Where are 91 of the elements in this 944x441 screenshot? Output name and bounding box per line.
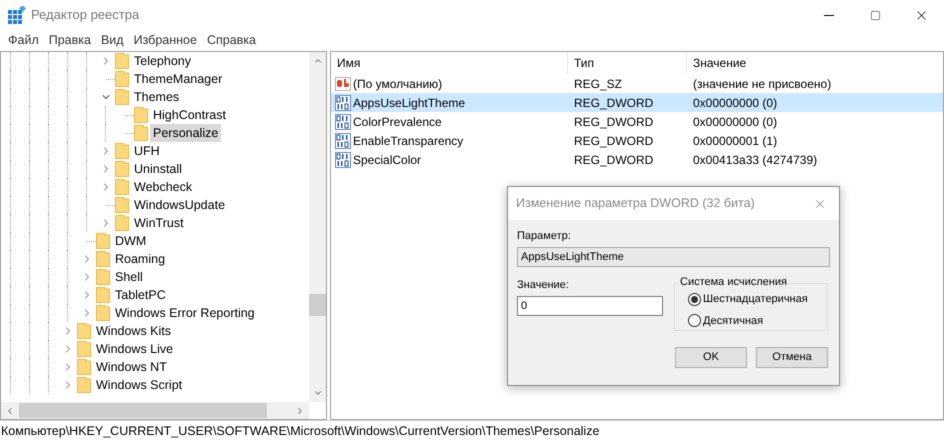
binary-value-icon xyxy=(335,114,351,130)
folder-icon xyxy=(134,125,148,141)
value-row[interactable]: EnableTransparency REG_DWORD 0x00000001 (1) xyxy=(331,131,943,150)
tree-item[interactable]: ThemeManager xyxy=(131,70,226,88)
folder-icon xyxy=(115,89,129,105)
menu-item[interactable]: Избранное xyxy=(128,31,202,50)
value-type: REG_DWORD xyxy=(573,114,654,130)
tree-item[interactable]: Windows Script xyxy=(93,376,186,394)
folder-icon xyxy=(96,233,110,249)
registry-app-icon xyxy=(8,6,26,24)
tree-item[interactable]: Personalize xyxy=(150,124,222,142)
tree-item[interactable]: WindowsUpdate xyxy=(131,196,228,214)
value-name: ColorPrevalence xyxy=(353,114,442,130)
tree-item[interactable]: HighContrast xyxy=(150,106,229,124)
tree-item[interactable]: Shell xyxy=(112,268,146,286)
name-field: AppsUseLightTheme xyxy=(517,247,830,267)
value-name: EnableTransparency xyxy=(353,132,464,150)
folder-icon xyxy=(77,359,91,375)
value-row[interactable]: (По умолчанию) REG_SZ (значение не присвоено) xyxy=(331,74,943,93)
tree-item[interactable]: Uninstall xyxy=(131,160,185,178)
value-row[interactable]: AppsUseLightTheme REG_DWORD 0x00000000 (0) xyxy=(331,93,943,112)
value-name: SpecialColor xyxy=(353,152,422,168)
value-data: 0x00413a33 (4274739) xyxy=(692,152,818,168)
horizontal-scrollbar[interactable] xyxy=(1,402,309,419)
folder-icon xyxy=(96,269,110,285)
maximize-icon xyxy=(870,10,880,20)
dialog-button[interactable]: OK xyxy=(675,347,747,368)
value-data: 0x00000001 (1) xyxy=(692,132,778,150)
folder-icon xyxy=(96,251,110,267)
value-type: REG_DWORD xyxy=(573,152,654,168)
tree-item[interactable]: WinTrust xyxy=(131,214,187,232)
tree-item[interactable]: Webcheck xyxy=(131,178,196,196)
value-data: 0x00000000 (0) xyxy=(692,94,778,112)
value-row[interactable]: SpecialColor REG_DWORD 0x00413a33 (4274739) xyxy=(331,150,943,169)
menu-item[interactable]: Файл xyxy=(3,31,44,50)
value-type: REG_SZ xyxy=(573,76,624,92)
dialog-button[interactable]: Отмена xyxy=(756,347,828,368)
column-header[interactable]: Тип xyxy=(574,54,594,72)
folder-icon xyxy=(134,107,148,123)
folder-icon xyxy=(115,53,129,69)
folder-icon xyxy=(115,179,129,195)
menu-item[interactable]: Правка xyxy=(44,31,96,50)
folder-icon xyxy=(96,305,110,321)
tree-item[interactable]: TabletPC xyxy=(112,286,169,304)
radio-button[interactable] xyxy=(688,314,701,328)
tree-item[interactable]: Themes xyxy=(131,88,182,106)
radio-label: Десятичная xyxy=(703,314,764,328)
value-type: REG_DWORD xyxy=(573,132,654,150)
folder-icon xyxy=(115,215,129,231)
menu-item[interactable]: Вид xyxy=(96,31,129,50)
folder-icon xyxy=(77,323,91,339)
tree-item[interactable]: UFH xyxy=(131,142,163,160)
field-label: Параметр: xyxy=(517,229,572,243)
tree-item[interactable]: Windows NT xyxy=(93,358,170,376)
minimize-icon xyxy=(824,14,834,16)
value-field[interactable]: 0 xyxy=(517,296,663,316)
binary-value-icon xyxy=(335,132,351,148)
value-data: (значение не присвоено) xyxy=(692,76,832,92)
dialog-title: Изменение параметра DWORD (32 бита) xyxy=(516,195,755,212)
tree-item[interactable]: Windows Kits xyxy=(93,322,174,340)
binary-value-icon xyxy=(335,152,351,168)
column-header[interactable]: Имя xyxy=(337,54,360,72)
folder-icon xyxy=(115,161,129,177)
binary-value-icon xyxy=(335,94,351,110)
folder-icon xyxy=(77,377,91,393)
value-data: 0x00000000 (0) xyxy=(692,114,778,130)
value-name: AppsUseLightTheme xyxy=(353,94,466,112)
field-label: Значение: xyxy=(517,278,570,292)
radio-button[interactable] xyxy=(688,292,701,306)
folder-icon xyxy=(96,287,110,303)
value-row[interactable]: ColorPrevalence REG_DWORD 0x00000000 (0) xyxy=(331,112,943,131)
tree-item[interactable]: Telephony xyxy=(131,52,194,70)
tree-item[interactable]: DWM xyxy=(112,232,150,250)
folder-icon xyxy=(115,143,129,159)
string-value-icon xyxy=(335,76,351,92)
radio-label: Шестнадцатеричная xyxy=(703,292,808,307)
value-name: (По умолчанию) xyxy=(353,76,442,92)
vertical-scrollbar[interactable] xyxy=(309,52,326,402)
tree-item[interactable]: Windows Error Reporting xyxy=(112,304,258,322)
folder-icon xyxy=(115,197,129,213)
menu-item[interactable]: Справка xyxy=(202,31,261,50)
column-header[interactable]: Значение xyxy=(693,54,746,72)
tree-item[interactable]: Windows Live xyxy=(93,340,176,358)
window-title: Редактор реестра xyxy=(31,6,140,24)
status-bar-path: Компьютер\HKEY_CURRENT_USER\SOFTWARE\Microsoft\Windows\CurrentVersion\Themes\Personalize xyxy=(0,422,600,440)
scroll-thumb[interactable] xyxy=(19,403,267,418)
scroll-thumb[interactable] xyxy=(309,294,326,316)
tree-item[interactable]: Roaming xyxy=(112,250,168,268)
folder-icon xyxy=(77,341,91,357)
folder-icon xyxy=(115,71,129,87)
value-type: REG_DWORD xyxy=(573,94,654,112)
